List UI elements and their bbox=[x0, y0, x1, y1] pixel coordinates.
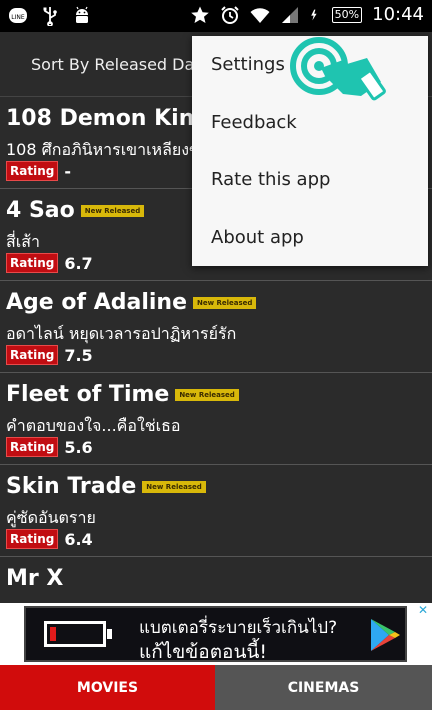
movie-item[interactable]: Mr X bbox=[0, 557, 432, 603]
movie-title: 4 Sao New Released bbox=[6, 198, 145, 223]
usb-icon bbox=[43, 7, 57, 26]
movie-item[interactable]: Fleet of Time New Released คำตอบของใจ...ค… bbox=[0, 373, 432, 465]
rating-value: - bbox=[64, 161, 71, 181]
system-icons: 50% 10:44 bbox=[190, 4, 424, 25]
rating-badge: Rating bbox=[6, 253, 59, 273]
svg-text:LINE: LINE bbox=[11, 14, 25, 21]
movie-title-text: Mr X bbox=[6, 566, 64, 591]
movie-item[interactable]: Age of Adaline New Released อดาไลน์ หยุดเ… bbox=[0, 281, 432, 373]
movie-title-text: 108 Demon Kings bbox=[6, 106, 224, 131]
android-icon bbox=[76, 6, 88, 23]
rating-badge: Rating bbox=[6, 345, 59, 365]
movie-thai-title: 108 ศึกอภินิหารเขาเหลียงซาน bbox=[6, 140, 220, 159]
rating-badge: Rating bbox=[6, 161, 59, 181]
tab-cinemas[interactable]: CINEMAS bbox=[215, 665, 432, 710]
clock: 10:44 bbox=[372, 4, 424, 25]
new-released-badge: New Released bbox=[192, 296, 257, 309]
movie-title-text: Age of Adaline bbox=[6, 290, 187, 315]
new-released-badge: New Released bbox=[142, 480, 206, 493]
rating-row: Rating 6.7 bbox=[6, 253, 93, 273]
movie-thai-title: คู่ซัดอันตราย bbox=[6, 508, 96, 527]
sort-dropdown[interactable]: Sort By Released Date bbox=[31, 55, 210, 74]
ad-content[interactable]: แบตเตอรี่ระบายเร็วเกินไป? แก้ไขข้อตอนนี้… bbox=[24, 606, 407, 663]
movie-thai-title: สี่เส้า bbox=[6, 232, 40, 251]
rating-row: Rating 7.5 bbox=[6, 345, 93, 365]
rating-value: 5.6 bbox=[64, 437, 93, 457]
movie-title-text: Fleet of Time bbox=[6, 382, 170, 407]
new-released-badge: New Released bbox=[175, 388, 239, 401]
wifi-icon bbox=[250, 7, 270, 23]
battery-indicator: 50% bbox=[331, 6, 363, 23]
line-icon: LINE bbox=[9, 8, 27, 23]
menu-item-rate-app[interactable]: Rate this app bbox=[192, 151, 428, 209]
new-released-badge: New Released bbox=[80, 204, 145, 217]
star-icon bbox=[190, 6, 209, 23]
tab-movies[interactable]: MOVIES bbox=[0, 665, 215, 710]
rating-row: Rating 5.6 bbox=[6, 437, 93, 457]
rating-value: 7.5 bbox=[64, 345, 93, 365]
movie-title-text: Skin Trade bbox=[6, 474, 137, 499]
battery-fill bbox=[50, 627, 56, 641]
menu-item-about-app[interactable]: About app bbox=[192, 209, 428, 267]
ad-banner[interactable]: แบตเตอรี่ระบายเร็วเกินไป? แก้ไขข้อตอนนี้… bbox=[0, 603, 432, 665]
movie-title: Age of Adaline New Released bbox=[6, 290, 257, 315]
notification-icons: LINE bbox=[8, 6, 92, 26]
status-bar: LINE 50% 10:44 bbox=[0, 0, 432, 32]
rating-badge: Rating bbox=[6, 529, 59, 549]
movie-title: Mr X bbox=[6, 566, 63, 591]
play-store-icon bbox=[371, 619, 400, 651]
low-battery-icon bbox=[44, 621, 112, 647]
ad-cta-text: แก้ไขข้อตอนนี้! bbox=[139, 641, 268, 663]
bottom-tab-bar: MOVIES CINEMAS bbox=[0, 665, 432, 710]
rating-row: Rating - bbox=[6, 161, 71, 181]
rating-badge: Rating bbox=[6, 437, 59, 457]
ad-close-icon[interactable]: ✕ bbox=[416, 603, 430, 617]
rating-row: Rating 6.4 bbox=[6, 529, 93, 549]
movie-title-text: 4 Sao bbox=[6, 198, 75, 223]
rating-value: 6.4 bbox=[64, 529, 93, 549]
movie-thai-title: อดาไลน์ หยุดเวลารอปาฏิหารย์รัก bbox=[6, 324, 237, 343]
rating-value: 6.7 bbox=[64, 253, 93, 273]
charging-icon bbox=[310, 9, 317, 20]
tap-gesture-icon bbox=[290, 37, 386, 101]
movie-title: 108 Demon Kings bbox=[6, 106, 223, 131]
movie-title: Fleet of Time New Released bbox=[6, 382, 239, 407]
movie-title: Skin Trade New Released bbox=[6, 474, 206, 499]
alarm-icon bbox=[220, 5, 239, 24]
signal-icon bbox=[281, 6, 298, 23]
movie-thai-title: คำตอบของใจ...คือใช่เธอ bbox=[6, 416, 181, 435]
movie-item[interactable]: Skin Trade New Released คู่ซัดอันตราย Rat… bbox=[0, 465, 432, 557]
